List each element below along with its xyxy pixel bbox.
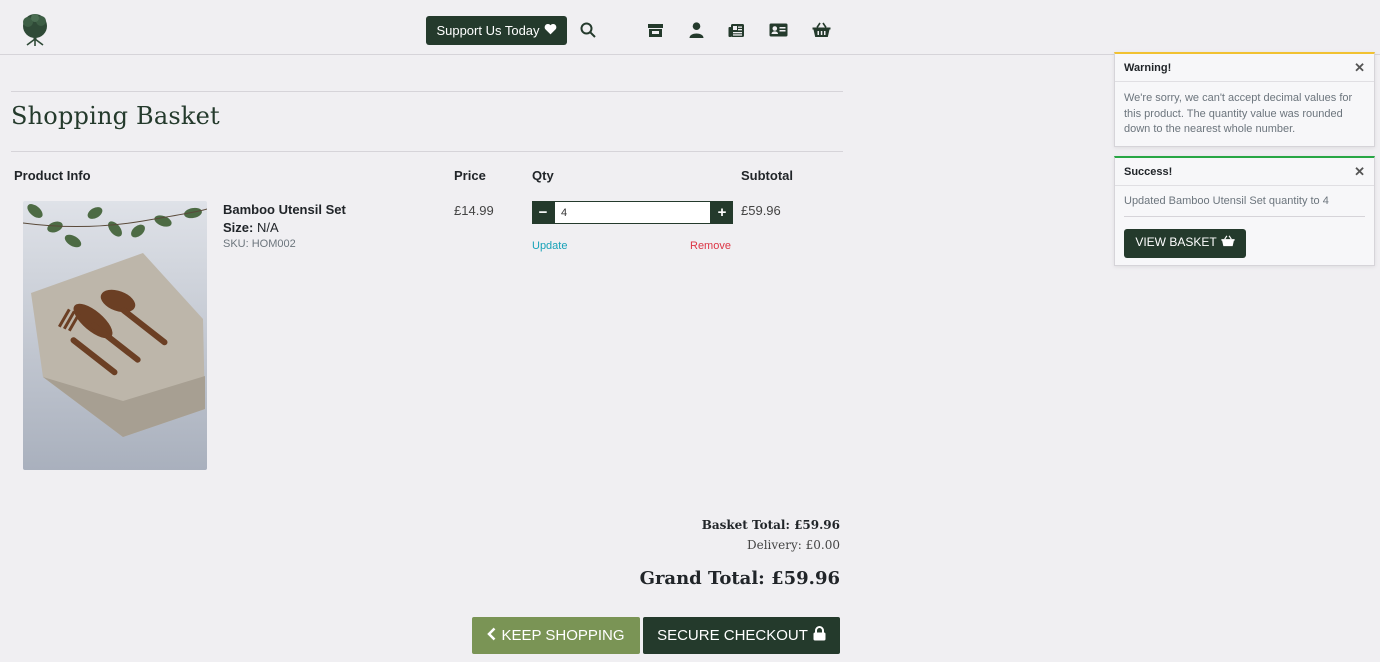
- view-basket-label: VIEW BASKET: [1135, 235, 1217, 250]
- store-icon[interactable]: [645, 20, 665, 40]
- remove-link[interactable]: Remove: [690, 240, 731, 252]
- heart-icon: [544, 23, 557, 38]
- column-header-subtotal: Subtotal: [741, 168, 793, 183]
- quantity-stepper: − +: [532, 201, 733, 224]
- size-label: Size:: [223, 220, 254, 235]
- basket-icon[interactable]: [811, 20, 831, 40]
- update-link[interactable]: Update: [532, 240, 567, 252]
- size-value: N/A: [256, 220, 279, 235]
- increment-button[interactable]: +: [711, 201, 733, 224]
- close-icon[interactable]: ✕: [1354, 164, 1365, 180]
- keep-shopping-label: KEEP SHOPPING: [501, 627, 625, 644]
- success-toast-title: Success!: [1124, 165, 1173, 178]
- keep-shopping-button[interactable]: KEEP SHOPPING: [472, 617, 640, 654]
- page-title: Shopping Basket: [11, 102, 220, 130]
- divider-bottom: [11, 151, 843, 152]
- logo-tree-icon[interactable]: [16, 11, 54, 49]
- column-header-qty: Qty: [532, 168, 554, 183]
- lock-icon: [813, 626, 826, 645]
- quantity-input[interactable]: [554, 201, 711, 224]
- search-icon[interactable]: [578, 20, 598, 40]
- column-header-product: Product Info: [14, 168, 91, 183]
- basket-total: Basket Total: £59.96: [701, 518, 840, 532]
- support-us-button[interactable]: Support Us Today: [426, 16, 567, 45]
- user-icon[interactable]: [686, 20, 706, 40]
- warning-toast-title: Warning!: [1124, 61, 1172, 74]
- close-icon[interactable]: ✕: [1354, 60, 1365, 76]
- product-price: £14.99: [454, 203, 494, 218]
- delivery-cost: Delivery: £0.00: [746, 538, 840, 552]
- warning-toast-message: We're sorry, we can't accept decimal val…: [1124, 92, 1353, 135]
- basket-icon: [1221, 235, 1235, 252]
- support-label: Support Us Today: [436, 23, 540, 38]
- chevron-left-icon: [487, 627, 496, 645]
- divider-top: [11, 91, 843, 92]
- product-name[interactable]: Bamboo Utensil Set: [223, 202, 346, 217]
- contact-card-icon[interactable]: [768, 20, 788, 40]
- product-sku: SKU: HOM002: [223, 238, 296, 250]
- success-toast-message: Updated Bamboo Utensil Set quantity to 4: [1124, 194, 1365, 217]
- warning-toast: Warning! ✕ We're sorry, we can't accept …: [1114, 52, 1375, 147]
- column-header-price: Price: [454, 168, 486, 183]
- view-basket-button[interactable]: VIEW BASKET: [1124, 228, 1246, 258]
- product-size: Size: N/A: [223, 220, 279, 235]
- decrement-button[interactable]: −: [532, 201, 554, 224]
- product-subtotal: £59.96: [741, 203, 781, 218]
- top-navbar: Support Us Today: [0, 0, 1380, 55]
- checkout-label: SECURE CHECKOUT: [657, 627, 808, 644]
- grand-total: Grand Total: £59.96: [639, 568, 840, 589]
- success-toast: Success! ✕ Updated Bamboo Utensil Set qu…: [1114, 156, 1375, 266]
- product-image[interactable]: [23, 201, 207, 470]
- newspaper-icon[interactable]: [726, 20, 746, 40]
- secure-checkout-button[interactable]: SECURE CHECKOUT: [643, 617, 840, 654]
